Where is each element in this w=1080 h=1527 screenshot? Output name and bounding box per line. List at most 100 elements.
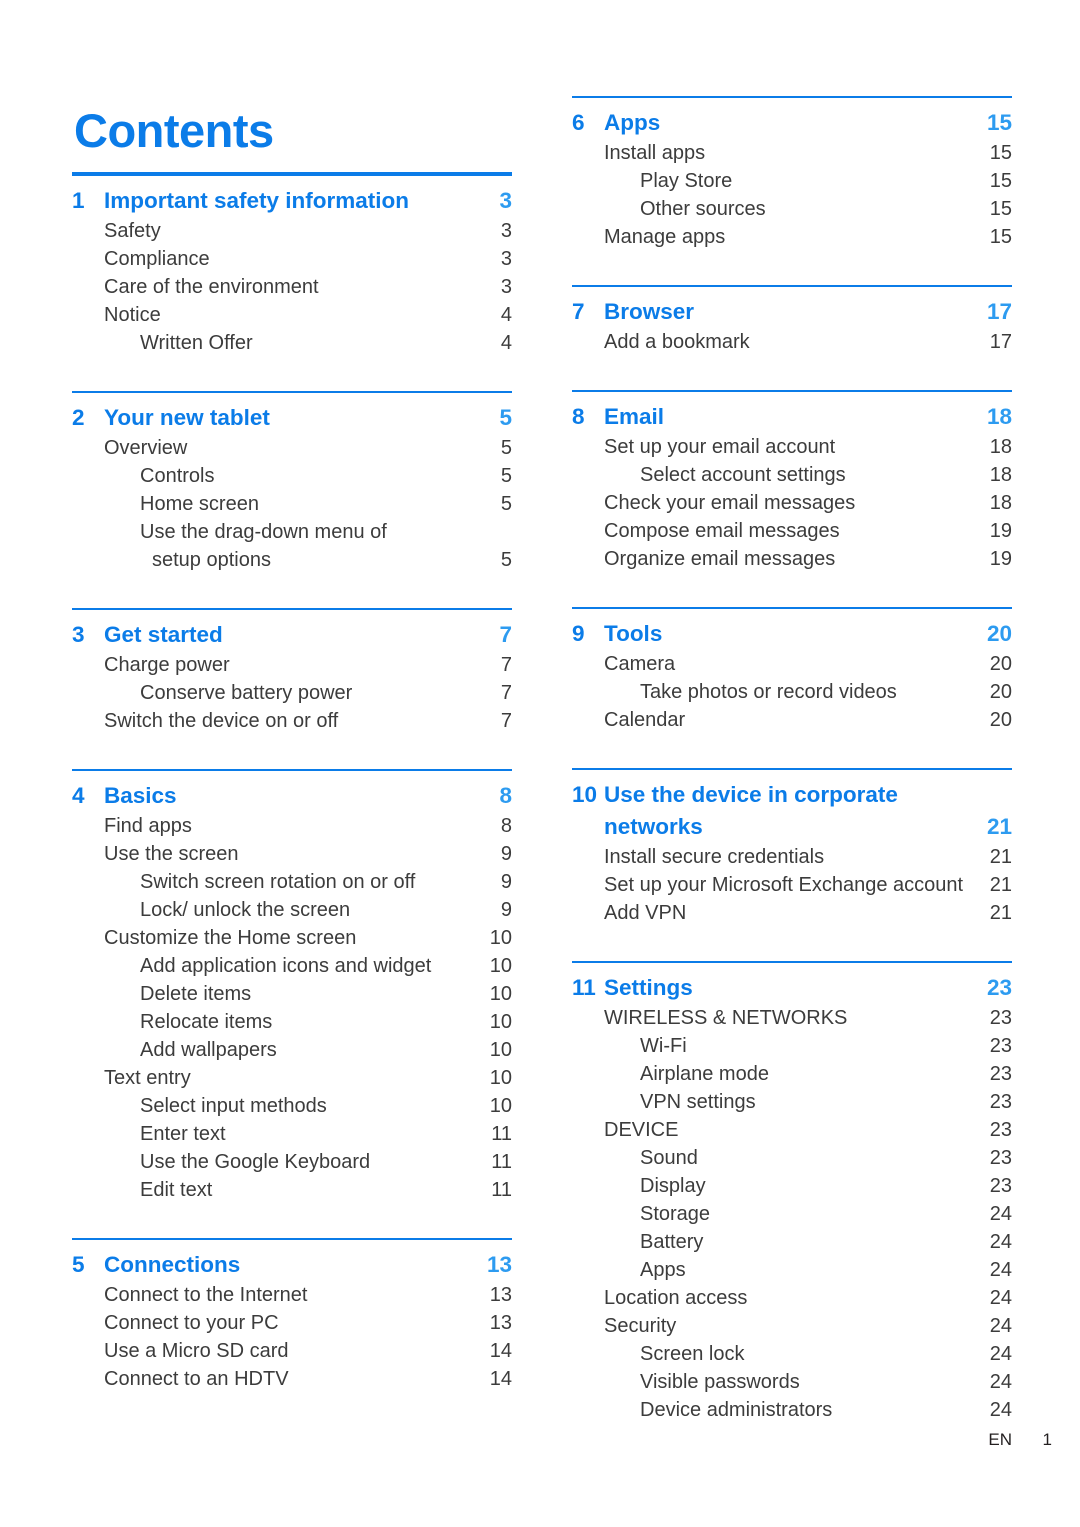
entry-label: Other sources	[640, 198, 766, 220]
toc-entry-device[interactable]: DEVICE 23	[572, 1116, 1012, 1144]
toc-entry-add-vpn[interactable]: Add VPN 21	[572, 899, 1012, 927]
toc-entry-wireless-networks[interactable]: WIRELESS & NETWORKS 23	[572, 1004, 1012, 1032]
entry-label: setup options	[152, 549, 271, 571]
toc-chapter-heading-tools[interactable]: 9 Tools 20	[572, 618, 1012, 650]
toc-entry-home-screen[interactable]: Home screen 5	[72, 490, 512, 518]
toc-chapter-heading-important-safety-information[interactable]: 1 Important safety information 3	[72, 185, 512, 217]
toc-entry-battery[interactable]: Battery 24	[572, 1228, 1012, 1256]
toc-entry-airplane-mode[interactable]: Airplane mode 23	[572, 1060, 1012, 1088]
entry-label: Charge power	[104, 654, 230, 676]
toc-entry-switch-screen-rotation-on-or-off[interactable]: Switch screen rotation on or off 9	[72, 868, 512, 896]
toc-entry-visible-passwords[interactable]: Visible passwords 24	[572, 1368, 1012, 1396]
entry-page-number: 9	[500, 899, 512, 921]
toc-entry-overview[interactable]: Overview 5	[72, 434, 512, 462]
toc-entry-take-photos-or-record-videos[interactable]: Take photos or record videos 20	[572, 678, 1012, 706]
toc-entry-calendar[interactable]: Calendar 20	[572, 706, 1012, 734]
entry-label: Sound	[640, 1147, 698, 1169]
entry-page-number: 18	[989, 492, 1012, 514]
entry-label: Email	[604, 404, 665, 429]
toc-entry-notice[interactable]: Notice 4	[72, 301, 512, 329]
toc-entry-camera[interactable]: Camera 20	[572, 650, 1012, 678]
toc-entry-edit-text[interactable]: Edit text 11	[72, 1176, 512, 1204]
toc-chapter-get-started: 3 Get started 7 Charge power 7 Conserve batte…	[72, 608, 512, 735]
entry-page-number: 17	[989, 331, 1012, 353]
toc-entry-use-the-drag-down-menu-of[interactable]: Use the drag-down menu of	[72, 518, 512, 546]
toc-entry-text-entry[interactable]: Text entry 10	[72, 1064, 512, 1092]
toc-entry-enter-text[interactable]: Enter text 11	[72, 1120, 512, 1148]
toc-entry-conserve-battery-power[interactable]: Conserve battery power 7	[72, 679, 512, 707]
toc-entry-lock-unlock-the-screen[interactable]: Lock/ unlock the screen 9	[72, 896, 512, 924]
toc-chapter-heading-basics[interactable]: 4 Basics 8	[72, 780, 512, 812]
toc-entry-play-store[interactable]: Play Store 15	[572, 167, 1012, 195]
chapter-divider	[572, 607, 1012, 609]
toc-entry-connect-to-an-hdtv[interactable]: Connect to an HDTV 14	[72, 1365, 512, 1393]
toc-entry-written-offer[interactable]: Written Offer 4	[72, 329, 512, 357]
toc-entry-charge-power[interactable]: Charge power 7	[72, 651, 512, 679]
chapter-divider	[572, 961, 1012, 963]
toc-entry-relocate-items[interactable]: Relocate items 10	[72, 1008, 512, 1036]
toc-entry-find-apps[interactable]: Find apps 8	[72, 812, 512, 840]
toc-chapter-heading-browser[interactable]: 7 Browser 17	[572, 296, 1012, 328]
entry-page-number: 23	[986, 975, 1012, 1000]
toc-chapter-your-new-tablet: 2 Your new tablet 5 Overview 5 Controls 5 Home …	[72, 391, 512, 574]
toc-entry-setup-options[interactable]: setup options 5	[72, 546, 512, 574]
toc-entry-install-apps[interactable]: Install apps 15	[572, 139, 1012, 167]
entry-label: Location access	[604, 1287, 748, 1309]
toc-chapter-heading-connections[interactable]: 5 Connections 13	[72, 1249, 512, 1281]
entry-page-number: 5	[500, 437, 512, 459]
toc-entry-customize-the-home-screen[interactable]: Customize the Home screen 10	[72, 924, 512, 952]
toc-entry-use-a-micro-sd-card[interactable]: Use a Micro SD card 14	[72, 1337, 512, 1365]
toc-entry-compose-email-messages[interactable]: Compose email messages 19	[572, 517, 1012, 545]
entry-label: Visible passwords	[640, 1371, 800, 1393]
toc-entry-select-input-methods[interactable]: Select input methods 10	[72, 1092, 512, 1120]
entry-label: Customize the Home screen	[104, 927, 357, 949]
toc-entry-add-application-icons-and-widget[interactable]: Add application icons and widget 10	[72, 952, 512, 980]
toc-entry-location-access[interactable]: Location access 24	[572, 1284, 1012, 1312]
toc-entry-controls[interactable]: Controls 5	[72, 462, 512, 490]
toc-entry-care-of-the-environment[interactable]: Care of the environment 3	[72, 273, 512, 301]
toc-entry-install-secure-credentials[interactable]: Install secure credentials 21	[572, 843, 1012, 871]
toc-entry-manage-apps[interactable]: Manage apps 15	[572, 223, 1012, 251]
toc-entry-set-up-your-microsoft-exchange-account[interactable]: Set up your Microsoft Exchange account 21	[572, 871, 1012, 899]
entry-label: Check your email messages	[604, 492, 856, 514]
toc-entry-device-administrators[interactable]: Device administrators 24	[572, 1396, 1012, 1424]
toc-chapter-heading-get-started[interactable]: 3 Get started 7	[72, 619, 512, 651]
toc-entry-use-the-google-keyboard[interactable]: Use the Google Keyboard 11	[72, 1148, 512, 1176]
toc-entry-vpn-settings[interactable]: VPN settings 23	[572, 1088, 1012, 1116]
entry-page-number: 24	[989, 1399, 1012, 1421]
toc-entry-use-the-screen[interactable]: Use the screen 9	[72, 840, 512, 868]
toc-chapter-heading-apps[interactable]: 6 Apps 15	[572, 107, 1012, 139]
toc-chapter-heading-your-new-tablet[interactable]: 2 Your new tablet 5	[72, 402, 512, 434]
toc-entry-storage[interactable]: Storage 24	[572, 1200, 1012, 1228]
toc-entry-wi-fi[interactable]: Wi-Fi 23	[572, 1032, 1012, 1060]
toc-entry-screen-lock[interactable]: Screen lock 24	[572, 1340, 1012, 1368]
toc-entry-connect-to-the-internet[interactable]: Connect to the Internet 13	[72, 1281, 512, 1309]
toc-entry-add-a-bookmark[interactable]: Add a bookmark 17	[572, 328, 1012, 356]
toc-entry-safety[interactable]: Safety 3	[72, 217, 512, 245]
chapter-number: 2	[72, 405, 85, 430]
toc-entry-add-wallpapers[interactable]: Add wallpapers 10	[72, 1036, 512, 1064]
entry-page-number: 15	[989, 170, 1012, 192]
chapter-number: 1	[72, 188, 85, 213]
toc-entry-security[interactable]: Security 24	[572, 1312, 1012, 1340]
toc-chapter-heading-email[interactable]: 8 Email 18	[572, 401, 1012, 433]
toc-entry-set-up-your-email-account[interactable]: Set up your email account 18	[572, 433, 1012, 461]
entry-label: Delete items	[140, 983, 252, 1005]
entry-page-number: 13	[489, 1284, 512, 1306]
toc-chapter-heading-use-the-device-in-corporate[interactable]: 10 Use the device in corporate	[572, 779, 1012, 811]
toc-entry-organize-email-messages[interactable]: Organize email messages 19	[572, 545, 1012, 573]
toc-entry-compliance[interactable]: Compliance 3	[72, 245, 512, 273]
entry-page-number: 7	[499, 622, 512, 647]
toc-entry-check-your-email-messages[interactable]: Check your email messages 18	[572, 489, 1012, 517]
toc-entry-delete-items[interactable]: Delete items 10	[72, 980, 512, 1008]
toc-entry-connect-to-your-pc[interactable]: Connect to your PC 13	[72, 1309, 512, 1337]
toc-entry-apps[interactable]: Apps 24	[572, 1256, 1012, 1284]
toc-chapter-heading-cont-networks[interactable]: networks 21	[572, 811, 1012, 843]
toc-entry-switch-the-device-on-or-off[interactable]: Switch the device on or off 7	[72, 707, 512, 735]
toc-entry-other-sources[interactable]: Other sources 15	[572, 195, 1012, 223]
toc-entry-display[interactable]: Display 23	[572, 1172, 1012, 1200]
toc-chapter-use-the-device-in-corporate: 10 Use the device in corporate networks 21 I…	[572, 768, 1012, 927]
toc-entry-sound[interactable]: Sound 23	[572, 1144, 1012, 1172]
toc-entry-select-account-settings[interactable]: Select account settings 18	[572, 461, 1012, 489]
toc-chapter-heading-settings[interactable]: 11 Settings 23	[572, 972, 1012, 1004]
